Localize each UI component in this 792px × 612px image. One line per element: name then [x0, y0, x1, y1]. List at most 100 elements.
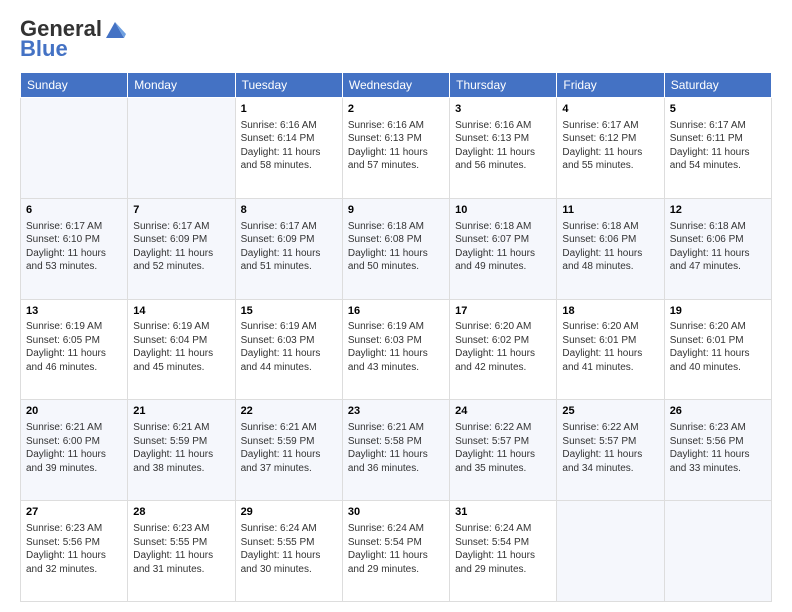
- col-header-friday: Friday: [557, 73, 664, 98]
- day-number: 12: [670, 203, 766, 218]
- day-number: 10: [455, 203, 551, 218]
- calendar-cell: 13Sunrise: 6:19 AM Sunset: 6:05 PM Dayli…: [21, 299, 128, 400]
- day-info: Sunrise: 6:20 AM Sunset: 6:01 PM Dayligh…: [670, 320, 766, 374]
- col-header-monday: Monday: [128, 73, 235, 98]
- calendar-cell: [128, 98, 235, 199]
- day-info: Sunrise: 6:21 AM Sunset: 6:00 PM Dayligh…: [26, 421, 122, 475]
- day-info: Sunrise: 6:22 AM Sunset: 5:57 PM Dayligh…: [455, 421, 551, 475]
- day-number: 8: [241, 203, 337, 218]
- calendar-cell: 23Sunrise: 6:21 AM Sunset: 5:58 PM Dayli…: [342, 400, 449, 501]
- calendar-cell: 22 Sunrise: 6:21 AM Sunset: 5:59 PM Dayli…: [235, 400, 342, 501]
- calendar-cell: 16Sunrise: 6:19 AM Sunset: 6:03 PM Dayli…: [342, 299, 449, 400]
- day-number: 26: [670, 404, 766, 419]
- day-info: Sunrise: 6:18 AM Sunset: 6:06 PM Dayligh…: [670, 220, 766, 274]
- day-info: Sunrise: 6:17 AM Sunset: 6:10 PM Dayligh…: [26, 220, 122, 274]
- day-number: 13: [26, 304, 122, 319]
- calendar-cell: 3 Sunrise: 6:16 AM Sunset: 6:13 PM Daylig…: [450, 98, 557, 199]
- day-info: Sunrise: 6:18 AM Sunset: 6:06 PM Dayligh…: [562, 220, 658, 274]
- day-number: 6: [26, 203, 122, 218]
- day-number: 11: [562, 203, 658, 218]
- day-info: Sunrise: 6:21 AM Sunset: 5:59 PM Dayligh…: [133, 421, 229, 475]
- calendar-cell: 12 Sunrise: 6:18 AM Sunset: 6:06 PM Dayli…: [664, 198, 771, 299]
- day-number: 28: [133, 505, 229, 520]
- day-number: 16: [348, 304, 444, 319]
- day-number: 29: [241, 505, 337, 520]
- calendar-cell: 4 Sunrise: 6:17 AM Sunset: 6:12 PM Daylig…: [557, 98, 664, 199]
- logo-icon: [104, 20, 126, 38]
- col-header-thursday: Thursday: [450, 73, 557, 98]
- calendar-cell: 7 Sunrise: 6:17 AM Sunset: 6:09 PM Daylig…: [128, 198, 235, 299]
- calendar-cell: 18Sunrise: 6:20 AM Sunset: 6:01 PM Dayli…: [557, 299, 664, 400]
- calendar-cell: 28 Sunrise: 6:23 AM Sunset: 5:55 PM Dayli…: [128, 501, 235, 602]
- day-number: 20: [26, 404, 122, 419]
- day-number: 4: [562, 102, 658, 117]
- day-number: 21: [133, 404, 229, 419]
- day-info: Sunrise: 6:19 AM Sunset: 6:04 PM Dayligh…: [133, 320, 229, 374]
- day-number: 19: [670, 304, 766, 319]
- calendar-cell: 14Sunrise: 6:19 AM Sunset: 6:04 PM Dayli…: [128, 299, 235, 400]
- day-info: Sunrise: 6:24 AM Sunset: 5:54 PM Dayligh…: [455, 522, 551, 576]
- day-info: Sunrise: 6:19 AM Sunset: 6:05 PM Dayligh…: [26, 320, 122, 374]
- day-info: Sunrise: 6:16 AM Sunset: 6:13 PM Dayligh…: [348, 119, 444, 173]
- day-info: Sunrise: 6:17 AM Sunset: 6:09 PM Dayligh…: [133, 220, 229, 274]
- calendar-cell: 5 Sunrise: 6:17 AM Sunset: 6:11 PM Daylig…: [664, 98, 771, 199]
- calendar-cell: 25 Sunrise: 6:22 AM Sunset: 5:57 PM Dayli…: [557, 400, 664, 501]
- day-info: Sunrise: 6:23 AM Sunset: 5:56 PM Dayligh…: [26, 522, 122, 576]
- day-info: Sunrise: 6:20 AM Sunset: 6:02 PM Dayligh…: [455, 320, 551, 374]
- day-number: 7: [133, 203, 229, 218]
- day-number: 1: [241, 102, 337, 117]
- day-number: 5: [670, 102, 766, 117]
- day-number: 9: [348, 203, 444, 218]
- calendar-cell: 11 Sunrise: 6:18 AM Sunset: 6:06 PM Dayli…: [557, 198, 664, 299]
- calendar-cell: 20 Sunrise: 6:21 AM Sunset: 6:00 PM Dayli…: [21, 400, 128, 501]
- calendar-cell: 9 Sunrise: 6:18 AM Sunset: 6:08 PM Daylig…: [342, 198, 449, 299]
- day-number: 14: [133, 304, 229, 319]
- day-info: Sunrise: 6:23 AM Sunset: 5:55 PM Dayligh…: [133, 522, 229, 576]
- day-number: 18: [562, 304, 658, 319]
- day-number: 25: [562, 404, 658, 419]
- day-number: 22: [241, 404, 337, 419]
- calendar-cell: [664, 501, 771, 602]
- day-number: 3: [455, 102, 551, 117]
- calendar-cell: 6 Sunrise: 6:17 AM Sunset: 6:10 PM Daylig…: [21, 198, 128, 299]
- col-header-sunday: Sunday: [21, 73, 128, 98]
- calendar-cell: 17Sunrise: 6:20 AM Sunset: 6:02 PM Dayli…: [450, 299, 557, 400]
- calendar-cell: 27 Sunrise: 6:23 AM Sunset: 5:56 PM Dayli…: [21, 501, 128, 602]
- day-info: Sunrise: 6:19 AM Sunset: 6:03 PM Dayligh…: [348, 320, 444, 374]
- day-number: 15: [241, 304, 337, 319]
- day-info: Sunrise: 6:17 AM Sunset: 6:12 PM Dayligh…: [562, 119, 658, 173]
- calendar-cell: 24Sunrise: 6:22 AM Sunset: 5:57 PM Dayli…: [450, 400, 557, 501]
- calendar-cell: 10Sunrise: 6:18 AM Sunset: 6:07 PM Dayli…: [450, 198, 557, 299]
- calendar-week-2: 6 Sunrise: 6:17 AM Sunset: 6:10 PM Daylig…: [21, 198, 772, 299]
- calendar-cell: 15Sunrise: 6:19 AM Sunset: 6:03 PM Dayli…: [235, 299, 342, 400]
- day-number: 27: [26, 505, 122, 520]
- calendar-week-5: 27 Sunrise: 6:23 AM Sunset: 5:56 PM Dayli…: [21, 501, 772, 602]
- day-info: Sunrise: 6:23 AM Sunset: 5:56 PM Dayligh…: [670, 421, 766, 475]
- day-info: Sunrise: 6:21 AM Sunset: 5:59 PM Dayligh…: [241, 421, 337, 475]
- logo: General Blue: [20, 16, 126, 62]
- day-info: Sunrise: 6:17 AM Sunset: 6:11 PM Dayligh…: [670, 119, 766, 173]
- day-number: 31: [455, 505, 551, 520]
- day-info: Sunrise: 6:22 AM Sunset: 5:57 PM Dayligh…: [562, 421, 658, 475]
- calendar-week-4: 20 Sunrise: 6:21 AM Sunset: 6:00 PM Dayli…: [21, 400, 772, 501]
- calendar-week-3: 13Sunrise: 6:19 AM Sunset: 6:05 PM Dayli…: [21, 299, 772, 400]
- calendar-cell: 30Sunrise: 6:24 AM Sunset: 5:54 PM Dayli…: [342, 501, 449, 602]
- page: General Blue SundayMondayTuesdayWednesda…: [0, 0, 792, 612]
- calendar-cell: 8Sunrise: 6:17 AM Sunset: 6:09 PM Daylig…: [235, 198, 342, 299]
- day-info: Sunrise: 6:18 AM Sunset: 6:08 PM Dayligh…: [348, 220, 444, 274]
- calendar-cell: 19Sunrise: 6:20 AM Sunset: 6:01 PM Dayli…: [664, 299, 771, 400]
- day-info: Sunrise: 6:20 AM Sunset: 6:01 PM Dayligh…: [562, 320, 658, 374]
- calendar-cell: 29Sunrise: 6:24 AM Sunset: 5:55 PM Dayli…: [235, 501, 342, 602]
- calendar-cell: 21 Sunrise: 6:21 AM Sunset: 5:59 PM Dayli…: [128, 400, 235, 501]
- header: General Blue: [20, 16, 772, 62]
- day-info: Sunrise: 6:16 AM Sunset: 6:13 PM Dayligh…: [455, 119, 551, 173]
- calendar-cell: 1Sunrise: 6:16 AM Sunset: 6:14 PM Daylig…: [235, 98, 342, 199]
- col-header-wednesday: Wednesday: [342, 73, 449, 98]
- calendar-cell: 31 Sunrise: 6:24 AM Sunset: 5:54 PM Dayli…: [450, 501, 557, 602]
- calendar-cell: [21, 98, 128, 199]
- calendar-cell: 26 Sunrise: 6:23 AM Sunset: 5:56 PM Dayli…: [664, 400, 771, 501]
- calendar-header-row: SundayMondayTuesdayWednesdayThursdayFrid…: [21, 73, 772, 98]
- calendar-cell: [557, 501, 664, 602]
- day-number: 30: [348, 505, 444, 520]
- day-info: Sunrise: 6:19 AM Sunset: 6:03 PM Dayligh…: [241, 320, 337, 374]
